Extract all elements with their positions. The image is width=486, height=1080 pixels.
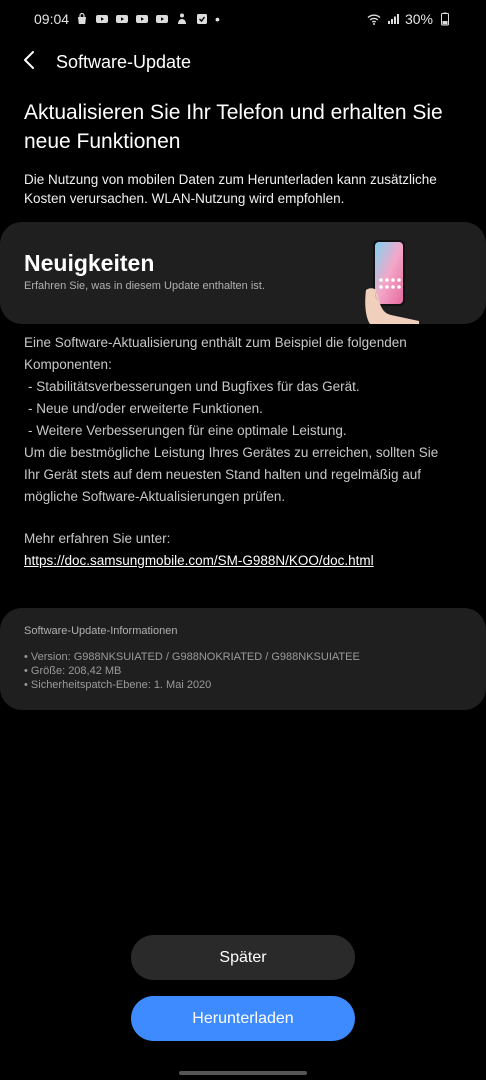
list-item: - Weitere Verbesserungen für eine optima… (28, 423, 347, 438)
back-button[interactable] (14, 47, 44, 77)
update-info-title: Software-Update-Informationen (24, 625, 178, 637)
list-item: - Stabilitätsverbesserungen und Bugfixes… (28, 379, 360, 394)
youtube-icon (155, 12, 169, 26)
later-button[interactable]: Später (131, 935, 355, 980)
main-heading: Aktualisieren Sie Ihr Telefon und erhalt… (24, 101, 443, 153)
news-closing-text: Um die bestmögliche Leistung Ihres Gerät… (24, 445, 439, 504)
mobile-data-notice: Die Nutzung von mobilen Daten zum Herunt… (24, 172, 437, 206)
phone-illustration (364, 240, 424, 324)
status-dot: • (215, 11, 220, 27)
person-icon (175, 12, 189, 26)
update-version: • Version: G988NKSUIATED / G988NOKRIATED… (24, 651, 360, 663)
list-item: - Neue und/oder erweiterte Funktionen. (28, 401, 263, 416)
update-size: • Größe: 208,42 MB (24, 665, 122, 677)
status-bar-left: 09:04 • (34, 11, 220, 27)
more-info-label: Mehr erfahren Sie unter: (24, 531, 171, 546)
update-info-card: Software-Update-Informationen • Version:… (0, 608, 486, 710)
battery-percent: 30% (404, 11, 433, 27)
app-header: Software-Update (0, 44, 486, 80)
checkbox-icon (195, 12, 209, 26)
news-body: Eine Software-Aktualisierung enthält zum… (24, 332, 456, 508)
download-button[interactable]: Herunterladen (131, 996, 355, 1041)
status-bar: 09:04 • 30% (0, 0, 486, 38)
status-time: 09:04 (34, 11, 70, 27)
news-title: Neuigkeiten (24, 250, 155, 276)
battery-icon (438, 12, 452, 26)
status-bar-right: 30% (367, 11, 452, 27)
youtube-icon (115, 12, 129, 26)
news-card: Neuigkeiten Erfahren Sie, was in diesem … (0, 222, 486, 324)
news-intro-line: Eine Software-Aktualisierung enthält zum… (24, 335, 407, 372)
more-info-link[interactable]: https://doc.samsungmobile.com/SM-G988N/K… (24, 553, 374, 568)
wifi-icon (367, 12, 381, 26)
home-indicator[interactable] (179, 1071, 307, 1075)
youtube-icon (135, 12, 149, 26)
signal-icon (386, 12, 400, 26)
shopping-bag-icon (75, 12, 89, 26)
page-title: Software-Update (56, 51, 192, 72)
news-subtitle: Erfahren Sie, was in diesem Update entha… (24, 280, 265, 292)
security-patch-level: • Sicherheitspatch-Ebene: 1. Mai 2020 (24, 679, 212, 691)
update-info-details: • Version: G988NKSUIATED / G988NOKRIATED… (24, 650, 360, 692)
youtube-icon (95, 12, 109, 26)
back-arrow-icon (22, 50, 36, 75)
